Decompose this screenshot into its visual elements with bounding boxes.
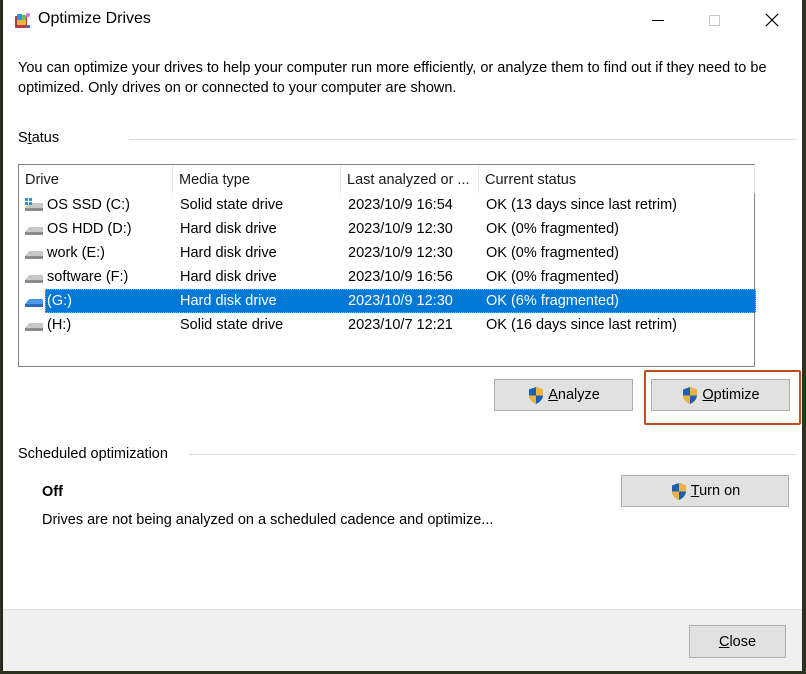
drive-name: software (F:) bbox=[47, 269, 129, 285]
drive-row[interactable]: OS HDD (D:) Hard disk drive 2023/10/9 12:3… bbox=[21, 217, 756, 241]
drive-media-type: Solid state drive bbox=[180, 317, 284, 333]
close-window-button[interactable] bbox=[749, 0, 795, 40]
analyze-button-label: Analyze bbox=[548, 387, 600, 403]
drive-status: OK (13 days since last retrim) bbox=[486, 197, 677, 213]
optimize-button[interactable]: Optimize bbox=[651, 379, 790, 411]
drive-last-analyzed: 2023/10/9 12:30 bbox=[348, 221, 453, 237]
dialog-footer: Close bbox=[3, 609, 802, 671]
drive-row[interactable]: work (E:) Hard disk drive 2023/10/9 12:30 O… bbox=[21, 241, 756, 265]
maximize-icon bbox=[708, 14, 720, 26]
column-header-media-type[interactable]: Media type bbox=[173, 165, 341, 193]
close-button[interactable]: Close bbox=[689, 625, 786, 658]
drive-media-type: Hard disk drive bbox=[180, 221, 277, 237]
drive-row[interactable]: OS SSD (C:) Solid state drive 2023/10/9 16… bbox=[21, 193, 756, 217]
drive-row[interactable]: (G:) Hard disk drive 2023/10/9 12:30 OK (6%… bbox=[21, 289, 756, 313]
status-group-divider bbox=[129, 139, 796, 140]
drive-name: (H:) bbox=[47, 317, 72, 333]
drive-media-type: Hard disk drive bbox=[180, 269, 277, 285]
turn-on-button[interactable]: Turn on bbox=[621, 475, 789, 507]
minimize-button[interactable] bbox=[635, 0, 681, 40]
drive-media-type: Solid state drive bbox=[180, 197, 284, 213]
drives-list[interactable]: Drive Media type Last analyzed or ... Cu… bbox=[18, 164, 756, 367]
optimize-button-label: Optimize bbox=[702, 387, 760, 403]
optimize-drives-app-icon bbox=[15, 13, 30, 28]
analyze-button[interactable]: Analyze bbox=[494, 379, 633, 411]
minimize-icon bbox=[652, 19, 664, 21]
drive-last-analyzed: 2023/10/9 12:30 bbox=[348, 245, 453, 261]
status-group-label: Status bbox=[18, 130, 60, 146]
drive-status: OK (0% fragmented) bbox=[486, 269, 619, 285]
drive-media-type: Hard disk drive bbox=[180, 245, 277, 261]
drive-status: OK (6% fragmented) bbox=[486, 293, 619, 309]
drive-status: OK (0% fragmented) bbox=[486, 221, 619, 237]
drive-status: OK (0% fragmented) bbox=[486, 245, 619, 261]
drive-icon bbox=[25, 299, 43, 307]
drive-icon bbox=[25, 275, 43, 283]
drive-name: OS SSD (C:) bbox=[47, 197, 130, 213]
scheduled-group-divider bbox=[189, 454, 796, 455]
system-drive-icon bbox=[25, 198, 43, 211]
drive-media-type: Hard disk drive bbox=[180, 293, 277, 309]
drive-name: work (E:) bbox=[47, 245, 105, 261]
optimize-drives-window: Optimize Drives You can optimize your dr… bbox=[2, 0, 802, 671]
uac-shield-icon bbox=[671, 482, 686, 500]
close-button-label: Close bbox=[718, 633, 757, 650]
close-icon bbox=[765, 13, 779, 27]
uac-shield-icon bbox=[529, 386, 544, 404]
window-title: Optimize Drives bbox=[38, 10, 151, 27]
schedule-description: Drives are not being analyzed on a sched… bbox=[42, 512, 494, 528]
maximize-button[interactable] bbox=[691, 0, 737, 40]
drive-name: OS HDD (D:) bbox=[47, 221, 132, 237]
drive-row[interactable]: software (F:) Hard disk drive 2023/10/9 16… bbox=[21, 265, 756, 289]
schedule-state: Off bbox=[42, 484, 63, 500]
drive-last-analyzed: 2023/10/9 16:54 bbox=[348, 197, 453, 213]
drive-status: OK (16 days since last retrim) bbox=[486, 317, 677, 333]
drives-list-header: Drive Media type Last analyzed or ... Cu… bbox=[19, 165, 755, 193]
drive-icon bbox=[25, 227, 43, 235]
drive-last-analyzed: 2023/10/9 12:30 bbox=[348, 293, 453, 309]
drive-last-analyzed: 2023/10/9 16:56 bbox=[348, 269, 453, 285]
column-header-last-analyzed[interactable]: Last analyzed or ... bbox=[341, 165, 479, 193]
turn-on-button-label: Turn on bbox=[690, 483, 741, 499]
drive-icon bbox=[25, 323, 43, 331]
uac-shield-icon bbox=[683, 386, 698, 404]
drive-row[interactable]: (H:) Solid state drive 2023/10/7 12:21 OK (… bbox=[21, 313, 756, 337]
drive-icon bbox=[25, 251, 43, 259]
column-header-current-status[interactable]: Current status bbox=[479, 165, 755, 193]
intro-text: You can optimize your drives to help you… bbox=[18, 60, 767, 96]
column-header-drive[interactable]: Drive bbox=[19, 165, 173, 193]
scheduled-group-label: Scheduled optimization bbox=[18, 446, 168, 462]
title-bar: Optimize Drives bbox=[3, 0, 802, 40]
drive-last-analyzed: 2023/10/7 12:21 bbox=[348, 317, 453, 333]
drive-name: (G:) bbox=[47, 293, 72, 309]
